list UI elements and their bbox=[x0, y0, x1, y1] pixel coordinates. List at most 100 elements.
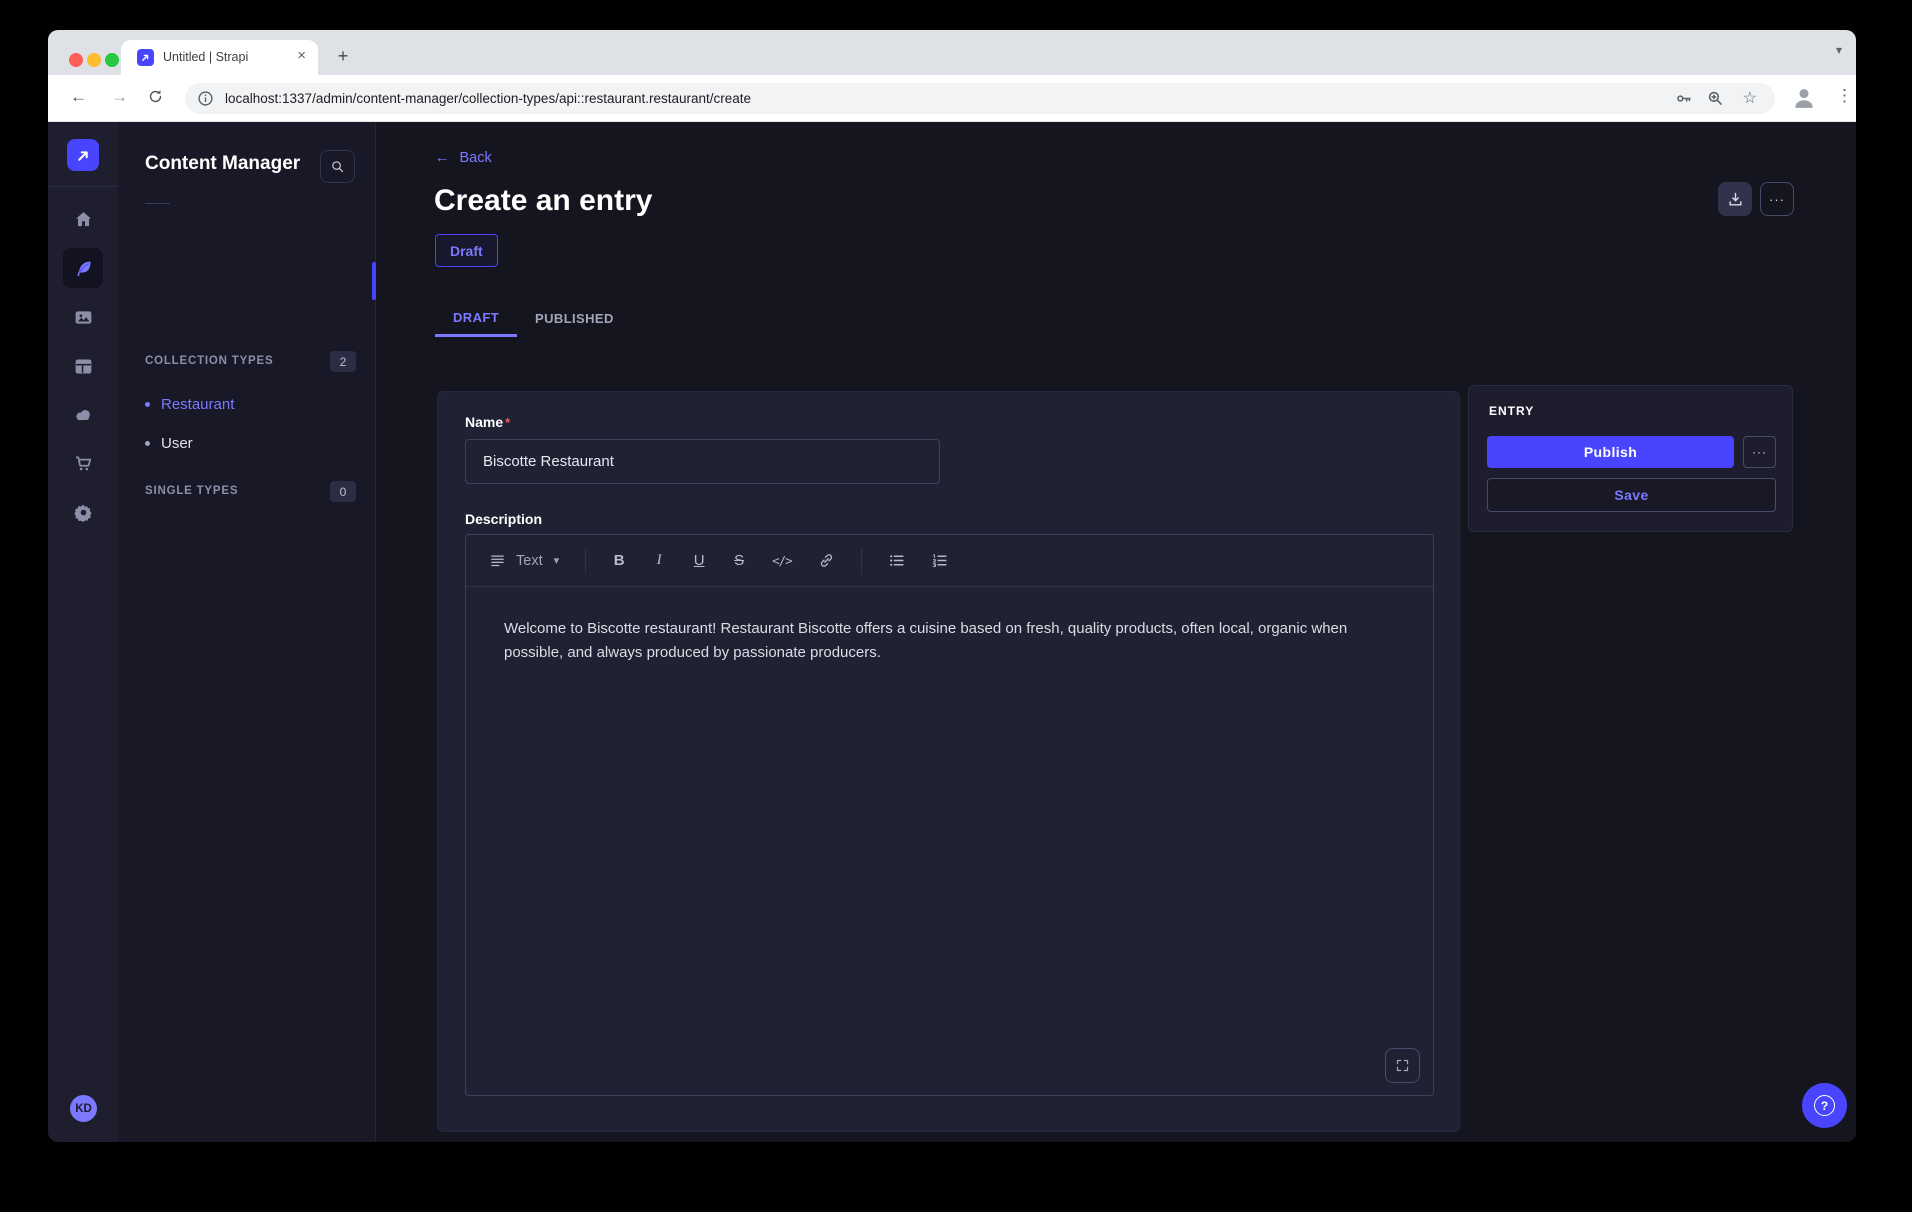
bookmark-star-icon[interactable]: ☆ bbox=[1743, 88, 1757, 108]
sidebar-item-user[interactable]: User bbox=[145, 429, 355, 457]
search-icon bbox=[330, 159, 345, 174]
arrow-left-icon: ← bbox=[435, 150, 450, 166]
bulleted-list-icon bbox=[888, 552, 905, 569]
bulleted-list-button[interactable] bbox=[888, 552, 905, 569]
close-tab-icon[interactable]: × bbox=[297, 47, 306, 64]
link-button[interactable] bbox=[818, 552, 835, 569]
question-mark-icon: ? bbox=[1814, 1095, 1835, 1116]
images-icon bbox=[73, 307, 94, 328]
italic-button[interactable]: I bbox=[652, 552, 666, 569]
block-style-dropdown[interactable]: Text ▾ bbox=[490, 553, 559, 569]
site-info-icon[interactable] bbox=[197, 90, 214, 112]
browser-menu-icon[interactable]: ⋮ bbox=[1836, 86, 1853, 106]
back-link[interactable]: ← Back bbox=[435, 150, 492, 166]
chevron-down-icon: ▾ bbox=[554, 554, 560, 567]
sidebar-item-content-manager[interactable] bbox=[63, 248, 103, 288]
search-button[interactable] bbox=[320, 150, 355, 183]
collection-types-count-badge: 2 bbox=[330, 351, 356, 372]
expand-icon bbox=[1395, 1058, 1410, 1073]
tab-draft[interactable]: DRAFT bbox=[435, 300, 517, 337]
single-types-count-badge: 0 bbox=[330, 481, 356, 502]
screenshot-stage: Untitled | Strapi × + ▾ ← → localhost:13… bbox=[0, 0, 1912, 1212]
toolbar-divider bbox=[861, 548, 862, 574]
underline-button[interactable]: U bbox=[692, 552, 706, 569]
browser-back-button[interactable]: ← bbox=[70, 87, 87, 107]
browser-profile-avatar[interactable] bbox=[1790, 84, 1818, 112]
link-icon bbox=[818, 552, 835, 569]
content-manager-subnav: Content Manager COLLECTION TYPES 2 Resta… bbox=[118, 122, 376, 1142]
browser-toolbar: ← → localhost:1337/admin/content-manager… bbox=[48, 75, 1856, 122]
cart-icon bbox=[73, 453, 94, 474]
zoom-page-icon[interactable] bbox=[1706, 89, 1725, 113]
browser-tab[interactable]: Untitled | Strapi × bbox=[121, 40, 318, 75]
feather-icon bbox=[73, 258, 94, 279]
tab-search-icon[interactable]: ▾ bbox=[1836, 43, 1842, 57]
sidebar-item-marketplace[interactable] bbox=[63, 443, 103, 483]
new-tab-button[interactable]: + bbox=[329, 42, 357, 70]
description-field-label: Description bbox=[465, 511, 542, 527]
toolbar-divider bbox=[585, 548, 586, 574]
main-nav-sidebar: KD bbox=[48, 122, 118, 1142]
editor-toolbar: Text ▾ B I U S </> bbox=[466, 535, 1433, 587]
name-input[interactable] bbox=[465, 439, 940, 484]
back-label: Back bbox=[460, 150, 492, 166]
description-text: Welcome to Biscotte restaurant! Restaura… bbox=[504, 617, 1395, 665]
version-tabs: DRAFT PUBLISHED bbox=[435, 300, 632, 337]
download-icon bbox=[1727, 191, 1744, 208]
strikethrough-button[interactable]: S bbox=[732, 552, 746, 569]
sidebar-item-settings[interactable] bbox=[63, 492, 103, 532]
sidebar-item-media-library[interactable] bbox=[63, 297, 103, 337]
sidebar-item-home[interactable] bbox=[63, 199, 103, 239]
strapi-favicon-icon bbox=[137, 49, 154, 66]
page-title: Create an entry bbox=[434, 184, 652, 218]
reload-icon[interactable] bbox=[147, 88, 164, 110]
cloud-icon bbox=[72, 404, 94, 426]
tab-published[interactable]: PUBLISHED bbox=[517, 300, 632, 337]
browser-window: Untitled | Strapi × + ▾ ← → localhost:13… bbox=[48, 30, 1856, 1142]
numbered-list-button[interactable] bbox=[931, 552, 948, 569]
bullet-icon bbox=[145, 441, 150, 446]
strapi-logo[interactable] bbox=[67, 139, 99, 171]
entry-panel: ENTRY Publish ··· Save bbox=[1468, 385, 1793, 532]
minimize-window-button[interactable] bbox=[87, 53, 101, 67]
entry-form-card: Name* Description Text ▾ B I U bbox=[437, 391, 1460, 1132]
text-lines-icon bbox=[490, 553, 505, 568]
zoom-window-button[interactable] bbox=[105, 53, 119, 67]
tab-title: Untitled | Strapi bbox=[163, 50, 248, 64]
editor-content-area[interactable]: Welcome to Biscotte restaurant! Restaura… bbox=[466, 587, 1433, 1097]
home-icon bbox=[73, 209, 94, 230]
strapi-admin-app: KD Content Manager COLLECTION TYPES 2 Re… bbox=[48, 122, 1856, 1142]
numbered-list-icon bbox=[931, 552, 948, 569]
collection-type-label: Restaurant bbox=[161, 396, 234, 413]
status-badge: Draft bbox=[435, 234, 498, 267]
help-button[interactable]: ? bbox=[1802, 1083, 1847, 1128]
code-button[interactable]: </> bbox=[772, 553, 792, 568]
name-field-label: Name* bbox=[465, 414, 510, 430]
main-content: ← Back Create an entry ··· Draft DRAFT P… bbox=[376, 122, 1856, 1142]
publish-button[interactable]: Publish bbox=[1487, 436, 1734, 468]
browser-forward-button[interactable]: → bbox=[111, 87, 128, 107]
save-button[interactable]: Save bbox=[1487, 478, 1776, 512]
single-types-heading: SINGLE TYPES bbox=[145, 485, 238, 497]
required-mark: * bbox=[505, 415, 510, 430]
password-manager-icon[interactable] bbox=[1674, 89, 1693, 113]
name-label-text: Name bbox=[465, 414, 503, 430]
sidebar-item-cloud[interactable] bbox=[63, 395, 103, 435]
subnav-title: Content Manager bbox=[145, 153, 300, 175]
address-bar[interactable]: localhost:1337/admin/content-manager/col… bbox=[185, 83, 1775, 114]
sidebar-item-restaurant[interactable]: Restaurant bbox=[145, 390, 355, 418]
subnav-divider bbox=[145, 203, 170, 204]
nav-divider bbox=[48, 186, 118, 187]
entry-more-button[interactable]: ··· bbox=[1743, 436, 1776, 468]
user-avatar[interactable]: KD bbox=[70, 1095, 97, 1122]
expand-editor-button[interactable] bbox=[1385, 1048, 1420, 1083]
header-more-button[interactable]: ··· bbox=[1760, 182, 1794, 216]
block-style-label: Text bbox=[516, 553, 543, 569]
export-button[interactable] bbox=[1718, 182, 1752, 216]
collection-types-heading: COLLECTION TYPES bbox=[145, 355, 273, 367]
sidebar-item-content-type-builder[interactable] bbox=[63, 346, 103, 386]
collection-type-label: User bbox=[161, 435, 193, 452]
close-window-button[interactable] bbox=[69, 53, 83, 67]
layout-icon bbox=[73, 356, 94, 377]
bold-button[interactable]: B bbox=[612, 552, 626, 569]
